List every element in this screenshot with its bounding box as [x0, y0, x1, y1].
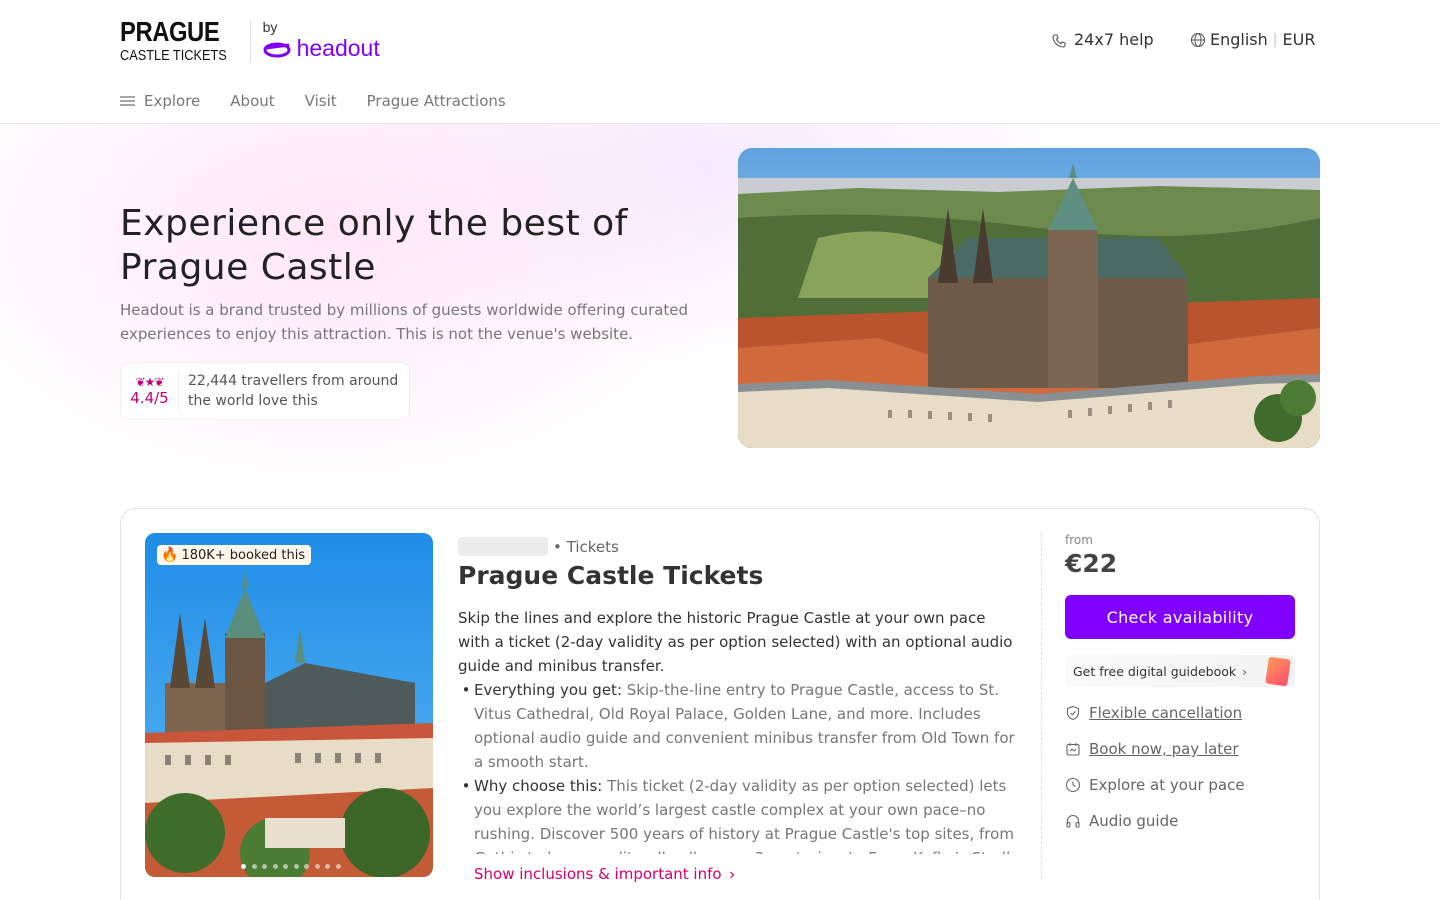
fire-icon: 🔥: [161, 547, 179, 563]
highlight-item: • Everything you get: Skip-the-line entr…: [458, 678, 1020, 774]
hero-image: [738, 148, 1320, 448]
clock-icon: [1065, 777, 1081, 793]
rating-text: 22,444 travellers from around the world …: [188, 373, 399, 409]
highlight-body: Everything you get: Skip-the-line entry …: [474, 678, 1020, 774]
highlight-body: Why choose this: This ticket (2-day vali…: [474, 774, 1020, 854]
highlight-item: • Why choose this: This ticket (2-day va…: [458, 774, 1020, 854]
booked-badge-text: 180K+ booked this: [181, 547, 306, 563]
rating-score: ❦★❦ 4.4/5: [121, 370, 179, 412]
highlight-heading: Why choose this:: [474, 777, 603, 795]
nav-label-about: About: [230, 92, 275, 110]
product-category: Tickets: [566, 537, 619, 556]
carousel-dot[interactable]: [283, 864, 288, 869]
site-logo: PRAGUE CASTLE TICKETS: [120, 16, 246, 64]
nav-label-explore: Explore: [144, 92, 201, 110]
carousel-dot[interactable]: [241, 864, 246, 869]
guidebook-link[interactable]: Get free digital guidebook ›: [1065, 655, 1295, 687]
carousel-dot[interactable]: [325, 864, 330, 869]
help-label: 24x7 help: [1074, 30, 1154, 49]
feature-audio-guide: Audio guide: [1065, 812, 1178, 830]
chevron-right-icon: ›: [1242, 663, 1248, 679]
logo-line1: PRAGUE: [120, 16, 220, 47]
check-availability-button[interactable]: Check availability: [1065, 595, 1295, 639]
feature-book-now-pay-later[interactable]: Book now, pay later: [1065, 740, 1239, 758]
feature-label: Book now, pay later: [1089, 740, 1239, 758]
hero-title: Experience only the best of Prague Castl…: [120, 203, 628, 288]
logo-divider: [249, 19, 251, 62]
feature-label: Flexible cancellation: [1089, 704, 1243, 722]
bullet: •: [461, 777, 471, 795]
rating-placeholder: [458, 537, 548, 556]
chevron-right-icon: [729, 871, 734, 879]
headout-brand: by headout: [263, 19, 380, 62]
show-inclusions-label: Show inclusions & important info: [474, 865, 722, 883]
language-currency-selector[interactable]: English | EUR: [1190, 30, 1315, 49]
feature-flexible-cancellation[interactable]: Flexible cancellation: [1065, 704, 1242, 722]
carousel-dot[interactable]: [314, 864, 320, 869]
price-from-label: from: [1065, 533, 1093, 547]
carousel-dot[interactable]: [335, 864, 341, 869]
product-card: 🔥 180K+ booked this • Tickets Prague Cas…: [120, 508, 1320, 900]
nav-item-prague-attractions[interactable]: Prague Attractions: [367, 92, 506, 110]
headphones-icon: [1066, 814, 1080, 828]
phone-icon: [1052, 34, 1066, 48]
product-description: Skip the lines and explore the historic …: [458, 609, 1013, 675]
logo[interactable]: PRAGUE CASTLE TICKETS by headout: [120, 16, 380, 64]
menu-icon: [120, 96, 135, 106]
nav-label-visit: Visit: [304, 92, 337, 110]
carousel-dots: [241, 864, 346, 869]
help-link[interactable]: 24x7 help: [1052, 30, 1154, 49]
price: €22: [1065, 549, 1118, 578]
carousel-dot[interactable]: [262, 864, 267, 869]
headout-logo-icon: [263, 42, 291, 57]
nav-item-about[interactable]: About: [230, 92, 274, 110]
product-image-carousel[interactable]: 🔥 180K+ booked this: [145, 533, 433, 877]
nav-label-attractions: Prague Attractions: [366, 92, 506, 110]
feature-explore-at-your-pace: Explore at your pace: [1065, 776, 1245, 794]
product-meta: • Tickets: [458, 537, 619, 556]
shield-check-icon: [1066, 705, 1080, 721]
language-label: English: [1210, 30, 1268, 49]
selector-divider: |: [1272, 31, 1278, 48]
globe-icon: [1190, 32, 1206, 47]
prague-castle-image: [145, 533, 433, 877]
card-divider: [1041, 533, 1042, 879]
prague-castle-panorama-image: [738, 148, 1320, 448]
nav-item-explore[interactable]: Explore: [120, 92, 200, 110]
carousel-dot[interactable]: [293, 864, 299, 869]
carousel-dot[interactable]: [272, 864, 278, 869]
rating-value: 4.4/5: [130, 389, 169, 407]
booked-badge: 🔥 180K+ booked this: [157, 545, 312, 565]
main-nav: Explore About Visit Prague Attractions: [120, 92, 536, 110]
carousel-dot[interactable]: [304, 864, 309, 869]
guidebook-label: Get free digital guidebook: [1073, 663, 1237, 679]
logo-line2: CASTLE TICKETS: [120, 47, 227, 64]
currency-label: EUR: [1282, 30, 1316, 49]
nav-item-visit[interactable]: Visit: [305, 92, 337, 110]
calendar-icon: [1066, 743, 1080, 756]
hero-subtitle: Headout is a brand trusted by millions o…: [120, 301, 689, 343]
hero-section: Experience only the best of Prague Castl…: [0, 124, 1440, 484]
show-inclusions-link[interactable]: Show inclusions & important info: [474, 865, 738, 883]
guidebook-icon: [1265, 656, 1291, 687]
site-header: PRAGUE CASTLE TICKETS by headout 24x7 he…: [0, 0, 1440, 124]
bullet: •: [461, 681, 471, 699]
carousel-dot[interactable]: [251, 864, 257, 869]
highlight-heading: Everything you get:: [474, 681, 622, 699]
feature-label: Explore at your pace: [1089, 776, 1245, 794]
brand-text: headout: [296, 35, 380, 61]
laurel-stars-icon: ❦★❦: [135, 375, 165, 389]
by-label: by: [262, 19, 278, 35]
brand-name: headout: [263, 35, 380, 62]
product-highlights: • Everything you get: Skip-the-line entr…: [458, 678, 1020, 854]
feature-label: Audio guide: [1089, 812, 1179, 830]
meta-separator: •: [553, 537, 567, 556]
rating-badge: ❦★❦ 4.4/5 22,444 travellers from around …: [120, 362, 410, 420]
product-title[interactable]: Prague Castle Tickets: [458, 561, 763, 590]
